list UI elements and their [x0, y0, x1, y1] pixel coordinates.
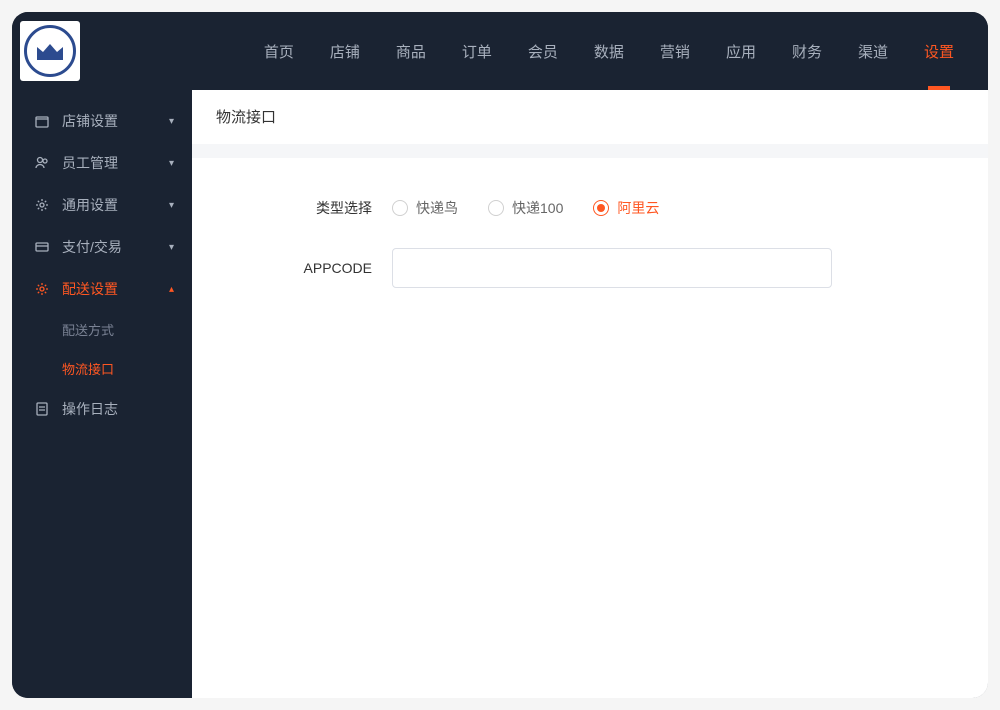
nav-order[interactable]: 订单	[448, 12, 506, 90]
nav-finance[interactable]: 财务	[778, 12, 836, 90]
radio-aliyun[interactable]: 阿里云	[593, 198, 659, 218]
logo[interactable]	[20, 21, 80, 81]
type-label: 类型选择	[212, 198, 392, 218]
sidebar-subitem-shipping-method[interactable]: 配送方式	[12, 310, 192, 349]
radio-group-type: 快递鸟 快递100 阿里云	[392, 198, 659, 218]
radio-kuaidiniao[interactable]: 快递鸟	[392, 198, 458, 218]
appcode-label: APPCODE	[212, 260, 392, 276]
sidebar-label: 员工管理	[62, 153, 118, 173]
top-header: 首页 店铺 商品 订单 会员 数据 营销 应用 财务 渠道 设置	[12, 12, 988, 90]
sidebar-label: 店铺设置	[62, 111, 118, 131]
nav-product[interactable]: 商品	[382, 12, 440, 90]
sidebar-item-staff[interactable]: 员工管理 ▾	[12, 142, 192, 184]
file-icon	[34, 401, 50, 417]
main-area: 物流接口 类型选择 快递鸟 快递100	[192, 90, 988, 698]
nav-settings[interactable]: 设置	[910, 12, 968, 90]
radio-kuaidi100[interactable]: 快递100	[488, 198, 563, 218]
content-card: 类型选择 快递鸟 快递100 阿里云	[192, 158, 988, 698]
chevron-down-icon: ▾	[169, 200, 174, 211]
chevron-down-icon: ▾	[169, 242, 174, 253]
users-icon	[34, 155, 50, 171]
nav-member[interactable]: 会员	[514, 12, 572, 90]
form-row-appcode: APPCODE	[212, 248, 968, 288]
radio-circle-icon	[488, 200, 504, 216]
card-icon	[34, 239, 50, 255]
nav-app[interactable]: 应用	[712, 12, 770, 90]
nav-channel[interactable]: 渠道	[844, 12, 902, 90]
radio-label: 阿里云	[617, 198, 659, 218]
chevron-down-icon: ▾	[169, 116, 174, 127]
form-row-type: 类型选择 快递鸟 快递100 阿里云	[212, 198, 968, 218]
sidebar-item-general[interactable]: 通用设置 ▾	[12, 184, 192, 226]
nav-home[interactable]: 首页	[250, 12, 308, 90]
sidebar-item-shipping[interactable]: 配送设置 ▴	[12, 268, 192, 310]
sidebar-label: 操作日志	[62, 399, 118, 419]
nav-shop[interactable]: 店铺	[316, 12, 374, 90]
app-frame: 首页 店铺 商品 订单 会员 数据 营销 应用 财务 渠道 设置 店铺设置 ▾	[12, 12, 988, 698]
gear-icon	[34, 197, 50, 213]
nav-data[interactable]: 数据	[580, 12, 638, 90]
sidebar-subitem-logistics-api[interactable]: 物流接口	[12, 349, 192, 388]
sidebar-item-logs[interactable]: 操作日志	[12, 388, 192, 430]
page-title: 物流接口	[192, 90, 988, 144]
chevron-up-icon: ▴	[169, 284, 174, 295]
radio-label: 快递100	[512, 198, 563, 218]
sidebar-label: 支付/交易	[62, 237, 122, 257]
top-nav: 首页 店铺 商品 订单 会员 数据 营销 应用 财务 渠道 设置	[110, 12, 968, 90]
radio-circle-icon	[593, 200, 609, 216]
nav-marketing[interactable]: 营销	[646, 12, 704, 90]
chevron-down-icon: ▾	[169, 158, 174, 169]
crown-icon	[35, 41, 65, 61]
box-icon	[34, 113, 50, 129]
radio-label: 快递鸟	[416, 198, 458, 218]
sidebar-item-shop-settings[interactable]: 店铺设置 ▾	[12, 100, 192, 142]
sidebar-label: 通用设置	[62, 195, 118, 215]
sidebar-item-payment[interactable]: 支付/交易 ▾	[12, 226, 192, 268]
gear-icon	[34, 281, 50, 297]
radio-circle-icon	[392, 200, 408, 216]
appcode-input[interactable]	[392, 248, 832, 288]
sidebar-label: 配送设置	[62, 279, 118, 299]
sidebar: 店铺设置 ▾ 员工管理 ▾ 通用设置 ▾ 支付	[12, 90, 192, 698]
